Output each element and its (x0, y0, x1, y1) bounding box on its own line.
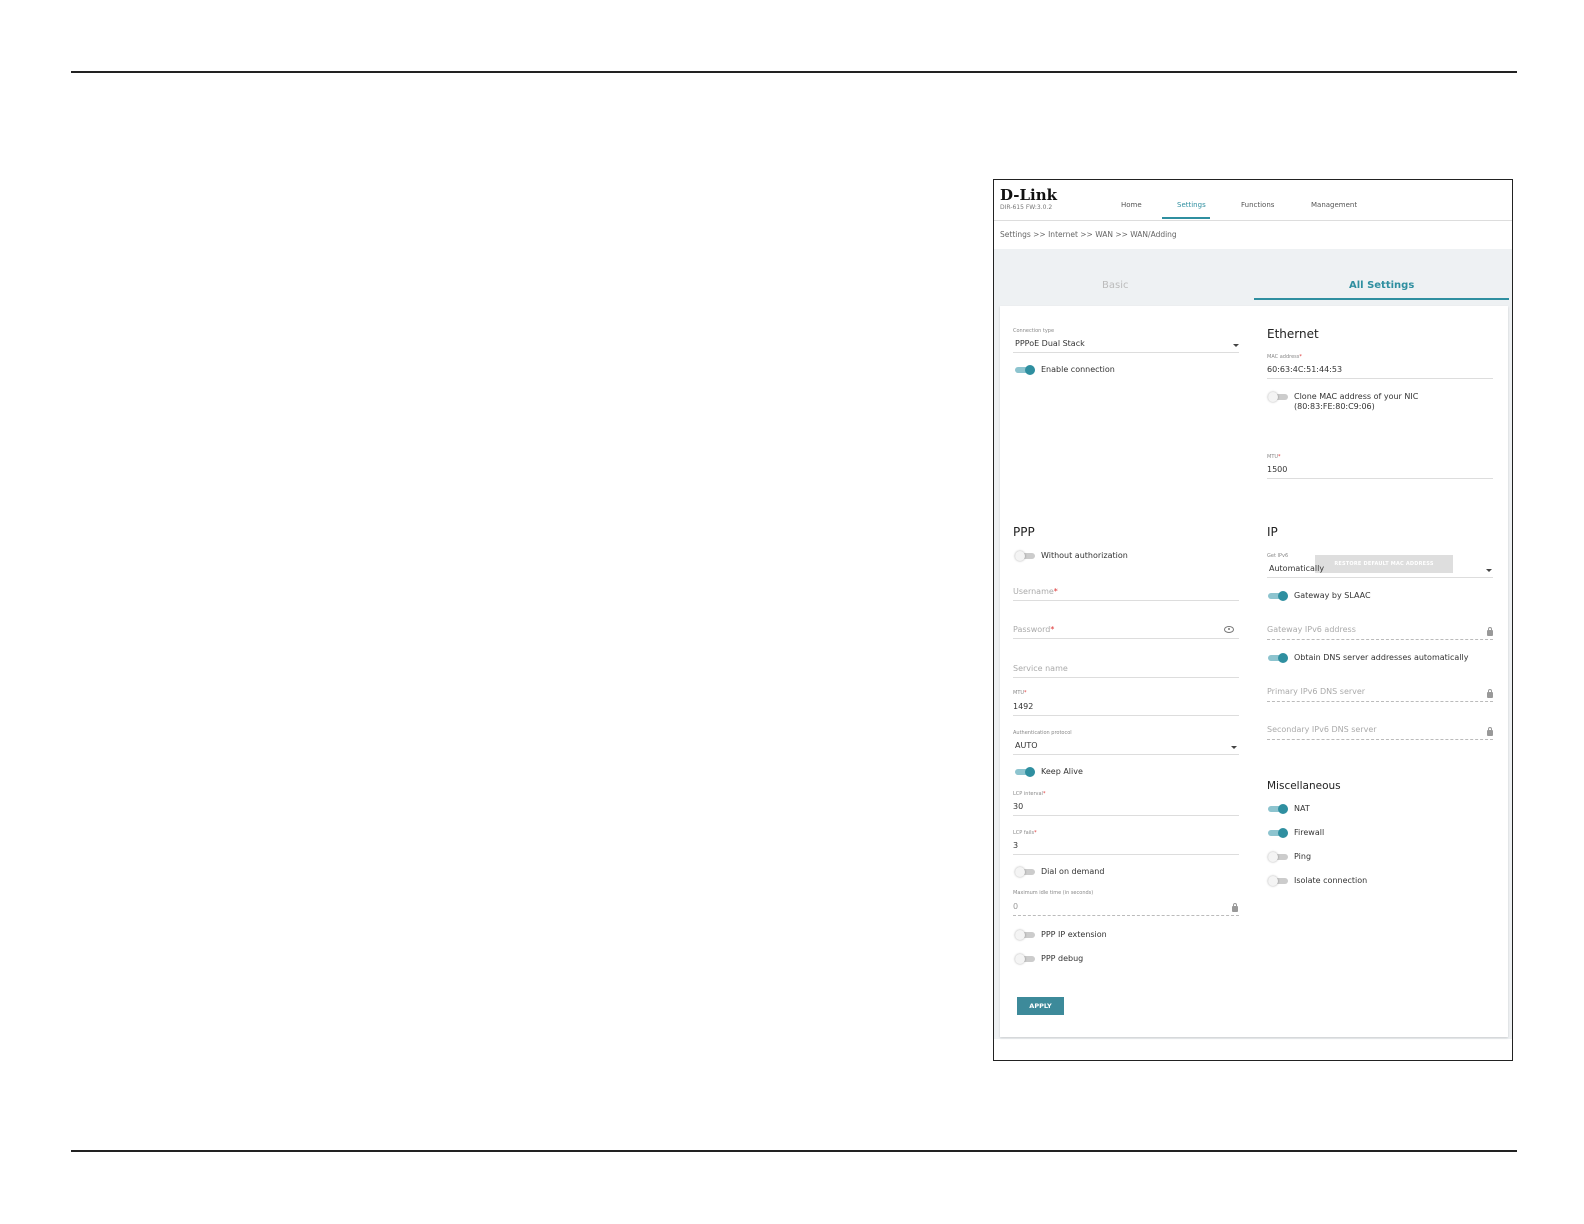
dial-on-demand-toggle[interactable] (1015, 867, 1035, 877)
bottom-rule (71, 1150, 1517, 1152)
mac-address-label: MAC address* (1267, 354, 1302, 360)
mac-address-field[interactable] (1267, 378, 1493, 379)
lock-icon (1487, 689, 1493, 698)
get-ipv6-value: Automatically (1269, 564, 1325, 573)
get-ipv6-select[interactable] (1267, 577, 1493, 578)
ppp-title: PPP (1013, 525, 1035, 539)
nat-label: NAT (1294, 804, 1310, 813)
firewall-label: Firewall (1294, 828, 1325, 837)
password-underline (1013, 638, 1239, 639)
service-name-underline (1013, 677, 1239, 678)
clone-mac-label: Clone MAC address of your NIC (80:83:FE:8… (1294, 392, 1419, 411)
lock-icon (1487, 727, 1493, 736)
secondary-dns-underline (1267, 739, 1493, 740)
primary-dns-underline (1267, 701, 1493, 702)
chevron-down-icon (1231, 746, 1237, 749)
nav-home[interactable]: Home (1121, 201, 1142, 209)
chevron-down-icon (1233, 344, 1239, 347)
lock-icon (1232, 903, 1238, 912)
ppp-ip-extension-toggle[interactable] (1015, 930, 1035, 940)
settings-card: Connection type PPPoE Dual Stack Enable … (1000, 306, 1508, 1037)
isolate-connection-toggle[interactable] (1268, 876, 1288, 886)
enable-connection-label: Enable connection (1041, 365, 1115, 374)
auth-protocol-value: AUTO (1015, 741, 1038, 750)
dial-on-demand-label: Dial on demand (1041, 867, 1105, 876)
connection-type-select[interactable] (1013, 352, 1239, 353)
gateway-by-slaac-label: Gateway by SLAAC (1294, 591, 1371, 600)
restore-default-mac-button[interactable]: RESTORE DEFAULT MAC ADDRESS (1315, 555, 1453, 573)
idle-time-field (1013, 915, 1239, 916)
chevron-down-icon (1486, 569, 1492, 572)
nav-active-indicator (1162, 217, 1210, 219)
keep-alive-label: Keep Alive (1041, 767, 1083, 776)
breadcrumb: Settings >> Internet >> WAN >> WAN/Addin… (1000, 230, 1177, 239)
connection-type-value: PPPoE Dual Stack (1015, 339, 1085, 348)
ping-label: Ping (1294, 852, 1312, 861)
service-name-field[interactable]: Service name (1013, 664, 1068, 673)
ethernet-mtu-field[interactable] (1267, 478, 1493, 479)
gateway-by-slaac-toggle[interactable] (1268, 591, 1288, 601)
eye-icon[interactable] (1224, 626, 1234, 633)
lcp-fails-value: 3 (1013, 841, 1019, 850)
model-info: DIR-615 FW:3.0.2 (1000, 204, 1053, 211)
ethernet-mtu-label: MTU* (1267, 454, 1281, 460)
ppp-debug-label: PPP debug (1041, 954, 1084, 963)
keep-alive-toggle[interactable] (1015, 767, 1035, 777)
nav-settings[interactable]: Settings (1177, 201, 1206, 209)
top-rule (71, 71, 1517, 73)
apply-button[interactable]: APPLY (1017, 997, 1064, 1015)
without-authorization-toggle[interactable] (1015, 551, 1035, 561)
lcp-interval-label: LCP interval* (1013, 791, 1046, 797)
router-screenshot: D-Link DIR-615 FW:3.0.2 Home Settings Fu… (993, 179, 1513, 1061)
tab-basic[interactable]: Basic (1102, 280, 1128, 291)
tab-active-indicator (1254, 298, 1509, 300)
ppp-mtu-field[interactable] (1013, 715, 1239, 716)
nat-toggle[interactable] (1268, 804, 1288, 814)
tab-all-settings[interactable]: All Settings (1349, 280, 1414, 291)
misc-title: Miscellaneous (1267, 780, 1341, 792)
lcp-fails-field[interactable] (1013, 854, 1239, 855)
gateway-ipv6-field: Gateway IPv6 address (1267, 625, 1356, 634)
enable-connection-toggle[interactable] (1015, 365, 1035, 375)
username-underline (1013, 600, 1239, 601)
ppp-ip-extension-label: PPP IP extension (1041, 930, 1107, 939)
auth-protocol-label: Authentication protocol (1013, 730, 1072, 736)
obtain-dns-auto-label: Obtain DNS server addresses automaticall… (1294, 653, 1469, 662)
password-field[interactable]: Password* (1013, 625, 1054, 634)
mac-address-value: 60:63:4C:51:44:53 (1267, 365, 1343, 374)
username-field[interactable]: Username* (1013, 587, 1058, 596)
firewall-toggle[interactable] (1268, 828, 1288, 838)
clone-mac-toggle[interactable] (1268, 392, 1288, 402)
secondary-dns-field: Secondary IPv6 DNS server (1267, 725, 1377, 734)
lcp-interval-field[interactable] (1013, 815, 1239, 816)
ip-title: IP (1267, 525, 1278, 539)
connection-type-label: Connection type (1013, 328, 1055, 334)
idle-time-value: 0 (1013, 902, 1019, 911)
get-ipv6-label: Get IPv6 (1267, 553, 1289, 559)
lock-icon (1487, 627, 1493, 636)
auth-protocol-select[interactable] (1013, 754, 1239, 755)
obtain-dns-auto-toggle[interactable] (1268, 653, 1288, 663)
without-authorization-label: Without authorization (1041, 551, 1128, 560)
gateway-ipv6-underline (1267, 639, 1493, 640)
lcp-interval-value: 30 (1013, 802, 1024, 811)
idle-time-label: Maximum idle time (in seconds) (1013, 890, 1094, 896)
ppp-mtu-value: 1492 (1013, 702, 1034, 711)
ping-toggle[interactable] (1268, 852, 1288, 862)
nav-management[interactable]: Management (1311, 201, 1357, 209)
ethernet-mtu-value: 1500 (1267, 465, 1288, 474)
primary-dns-field: Primary IPv6 DNS server (1267, 687, 1366, 696)
top-header: D-Link DIR-615 FW:3.0.2 Home Settings Fu… (994, 180, 1512, 221)
nav-functions[interactable]: Functions (1241, 201, 1274, 209)
ethernet-title: Ethernet (1267, 327, 1319, 341)
ppp-mtu-label: MTU* (1013, 690, 1027, 696)
lcp-fails-label: LCP fails* (1013, 830, 1037, 836)
ppp-debug-toggle[interactable] (1015, 954, 1035, 964)
isolate-connection-label: Isolate connection (1294, 876, 1368, 885)
dlink-logo: D-Link (1000, 186, 1058, 204)
